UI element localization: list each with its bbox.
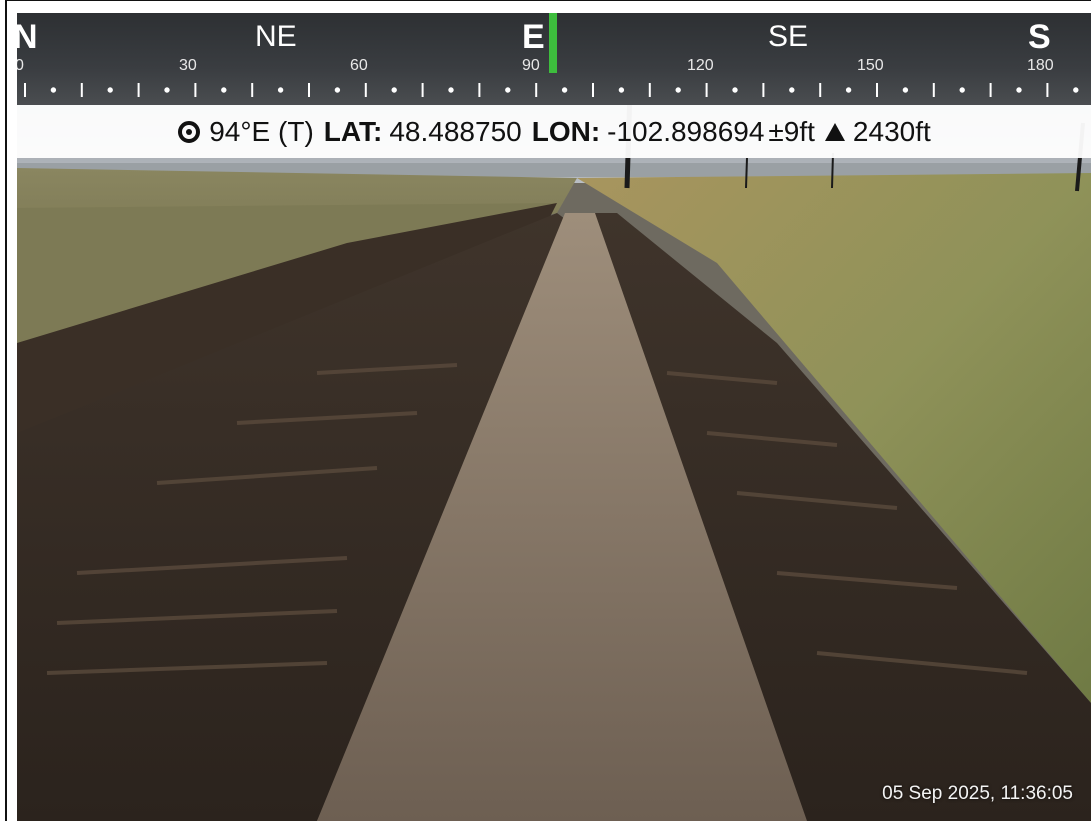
compass-direction: S xyxy=(1028,18,1051,56)
compass-tick-dot xyxy=(561,87,568,93)
heading-readout: 94°E (T) xyxy=(209,115,314,147)
coordinates-bar: 94°E (T) LAT: 48.488750 LON: -102.898694… xyxy=(17,105,1091,158)
compass-tick-dot xyxy=(618,87,625,93)
compass-tick-dot xyxy=(334,87,341,93)
latitude-label: LAT: xyxy=(323,115,383,147)
accuracy-readout: ±9ft xyxy=(768,115,815,147)
compass-rose-icon xyxy=(178,120,201,143)
compass-direction: N xyxy=(17,18,38,56)
clipped-caption-text xyxy=(547,0,747,4)
compass-tick-dot xyxy=(107,87,113,93)
compass-tick-dot xyxy=(505,87,511,93)
compass-tick-dot xyxy=(675,87,681,93)
site-photo: N NE E SE S 0 30 60 90 120 150 180 94°E … xyxy=(17,13,1091,821)
compass-degree: 0 xyxy=(17,57,24,74)
compass-degree: 30 xyxy=(179,57,197,74)
latitude-value: 48.488750 xyxy=(389,115,522,147)
compass-tick-dot xyxy=(448,87,454,93)
compass-tick-dot xyxy=(789,87,795,93)
compass-tick-dot xyxy=(959,87,965,93)
altitude-readout: 2430ft xyxy=(852,115,931,147)
compass-tick-dot xyxy=(732,87,738,93)
compass-ticks xyxy=(24,83,1079,97)
compass-tick-dot xyxy=(902,87,909,93)
compass-strip: N NE E SE S 0 30 60 90 120 150 180 xyxy=(17,13,1091,105)
heading-marker xyxy=(549,13,557,73)
compass-tick-dot xyxy=(1016,87,1022,93)
compass-degree: 150 xyxy=(857,57,884,74)
compass-direction: NE xyxy=(255,20,297,53)
compass-tick-dot xyxy=(391,87,397,93)
altitude-triangle-icon xyxy=(824,122,845,141)
compass-degree: 90 xyxy=(522,57,540,74)
compass-tick-dot xyxy=(1073,87,1079,93)
compass-tick-dot xyxy=(164,87,170,93)
compass-tick-dot xyxy=(277,87,284,93)
compass-tick-dot xyxy=(221,87,227,93)
compass-degree: 180 xyxy=(1027,57,1054,74)
compass-tick-dot xyxy=(845,87,852,93)
compass-tick-dot xyxy=(50,87,57,93)
compass-degree: 60 xyxy=(350,57,368,74)
longitude-label: LON: xyxy=(531,115,601,147)
compass-direction: E xyxy=(522,18,545,56)
compass-degree: 120 xyxy=(687,57,714,74)
photo-timestamp: 05 Sep 2025, 11:36:05 xyxy=(882,783,1073,804)
compass-direction: SE xyxy=(768,20,809,53)
longitude-value: -102.898694 xyxy=(607,115,765,147)
